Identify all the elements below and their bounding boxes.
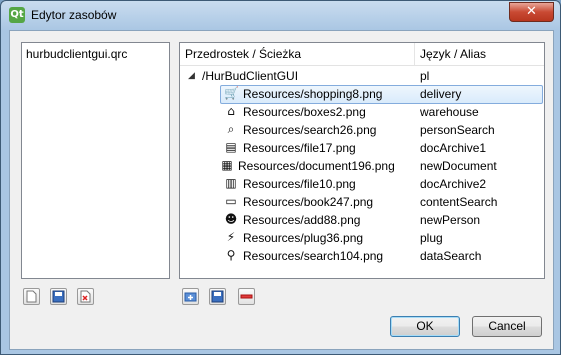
add-folder-icon — [184, 292, 197, 302]
resource-path: Resources/search104.png — [243, 249, 384, 263]
resource-alias: delivery — [420, 87, 462, 101]
warehouse-icon: ⌂ — [227, 104, 235, 118]
cart-icon: 🛒 — [224, 86, 239, 100]
minus-icon — [240, 294, 253, 299]
remove-file-button[interactable] — [77, 288, 94, 305]
resource-row[interactable]: ⚲ Resources/search104.png dataSearch — [180, 247, 544, 265]
qt-app-icon: Qt — [9, 7, 25, 23]
save-icon — [52, 290, 65, 303]
resource-row[interactable]: ▤ Resources/file17.png docArchive1 — [180, 139, 544, 157]
resource-path: Resources/plug36.png — [243, 231, 364, 245]
document-icon: ▦ — [221, 158, 233, 172]
resource-file-list[interactable]: hurbudclientgui.qrc — [21, 42, 170, 279]
resource-path: Resources/add88.png — [243, 213, 361, 227]
resource-alias: contentSearch — [420, 195, 498, 209]
column-header-alias[interactable]: Język / Alias — [420, 47, 486, 61]
resource-path: Resources/file10.png — [243, 177, 356, 191]
resource-alias: docArchive2 — [420, 177, 487, 191]
resource-alias: plug — [420, 231, 443, 245]
close-button[interactable]: ✕ — [509, 2, 554, 22]
resource-tree[interactable]: Przedrostek / Ścieżka Język / Alias ◢ /Hu… — [179, 42, 545, 279]
column-header-path[interactable]: Przedrostek / Ścieżka — [185, 47, 301, 61]
resource-row[interactable]: 🛒 Resources/shopping8.png delivery — [180, 85, 544, 104]
resource-row[interactable]: ⌕ Resources/search26.png personSearch — [180, 121, 544, 139]
resource-row[interactable]: ⚡ Resources/plug36.png plug — [180, 229, 544, 247]
prefix-language: pl — [420, 69, 430, 83]
file-archive-icon: ▥ — [225, 176, 237, 190]
remove-button[interactable] — [238, 288, 255, 305]
file-item-qrc[interactable]: hurbudclientgui.qrc — [26, 47, 127, 61]
add-files-button[interactable] — [209, 288, 226, 305]
add-prefix-button[interactable] — [182, 288, 199, 305]
plug-icon: ⚡ — [226, 230, 236, 244]
resource-alias: personSearch — [420, 123, 495, 137]
resource-row[interactable]: ▥ Resources/file10.png docArchive2 — [180, 175, 544, 193]
remove-file-icon — [80, 290, 91, 303]
resource-alias: docArchive1 — [420, 141, 487, 155]
ok-button[interactable]: OK — [390, 316, 460, 337]
resource-alias: dataSearch — [420, 249, 482, 263]
search-icon: ⚲ — [226, 248, 236, 262]
resource-path: Resources/file17.png — [243, 141, 356, 155]
resource-row[interactable]: ☻ Resources/add88.png newPerson — [180, 211, 544, 229]
resource-path: Resources/search26.png — [243, 123, 377, 137]
add-person-icon: ☻ — [224, 212, 238, 226]
file-icon: ▤ — [225, 140, 237, 154]
prefix-path: /HurBudClientGUI — [202, 69, 299, 83]
resource-row[interactable]: ▦ Resources/document196.png newDocument — [180, 157, 544, 175]
cancel-button[interactable]: Cancel — [472, 316, 542, 337]
resource-path: Resources/boxes2.png — [243, 105, 366, 119]
resource-path: Resources/document196.png — [238, 159, 395, 173]
save-icon — [211, 290, 224, 303]
new-file-icon — [26, 290, 37, 303]
dialog-body: hurbudclientgui.qrc Przedrostek / Ścieżk… — [9, 30, 554, 350]
prefix-row[interactable]: ◢ /HurBudClientGUI pl — [180, 67, 544, 85]
resource-alias: newDocument — [420, 159, 497, 173]
resource-alias: newPerson — [420, 213, 481, 227]
column-separator[interactable] — [414, 43, 415, 65]
title-bar[interactable]: Qt Edytor zasobów ✕ — [1, 1, 560, 29]
tree-header: Przedrostek / Ścieżka Język / Alias — [180, 43, 544, 66]
resource-alias: warehouse — [420, 105, 479, 119]
search-person-icon: ⌕ — [227, 122, 235, 136]
resource-row[interactable]: ▭ Resources/book247.png contentSearch — [180, 193, 544, 211]
resource-path: Resources/book247.png — [243, 195, 374, 209]
expand-arrow-icon[interactable]: ◢ — [188, 70, 195, 81]
resource-path: Resources/shopping8.png — [243, 87, 383, 101]
resource-row[interactable]: ⌂ Resources/boxes2.png warehouse — [180, 103, 544, 121]
window-title: Edytor zasobów — [31, 8, 117, 22]
resource-editor-window: Qt Edytor zasobów ✕ hurbudclientgui.qrc … — [0, 0, 561, 355]
book-icon: ▭ — [225, 194, 237, 208]
save-file-button[interactable] — [50, 288, 67, 305]
new-file-button[interactable] — [23, 288, 40, 305]
